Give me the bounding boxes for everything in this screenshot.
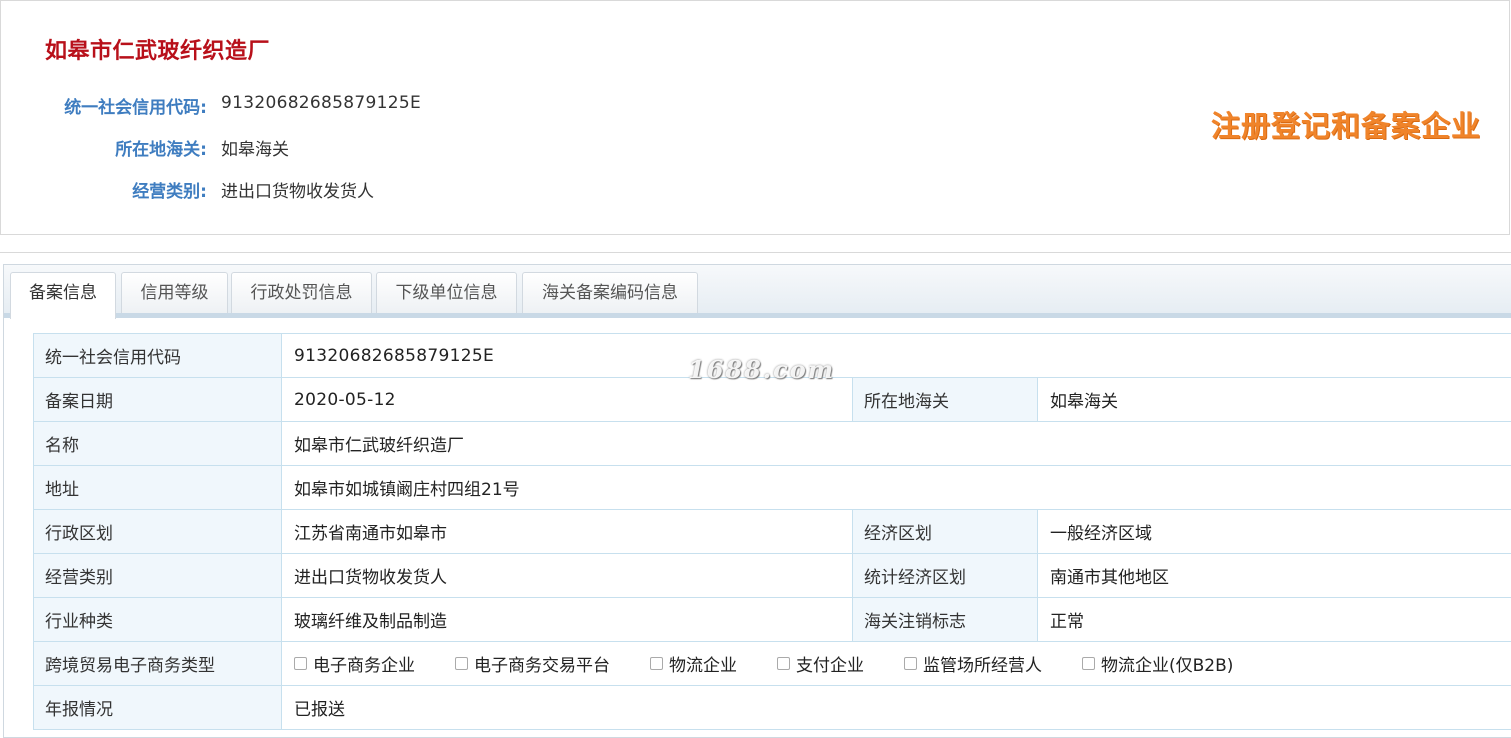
table-row: 跨境贸易电子商务类型 电子商务企业 电子商务交易平台 物流企业 支付企业 监管场所经营人…	[33, 641, 1511, 686]
option-label: 物流企业	[669, 656, 737, 676]
industry-label: 行业种类	[33, 597, 282, 642]
ecommerce-type-label: 跨境贸易电子商务类型	[33, 641, 282, 686]
option-label: 电子商务企业	[313, 656, 415, 676]
economic-region-value: 一般经济区域	[1036, 509, 1511, 554]
option-label: 支付企业	[796, 656, 864, 676]
option-label: 监管场所经营人	[923, 656, 1042, 676]
watermark-1688: 1688.com	[688, 355, 836, 384]
customs-label: 所在地海关	[852, 377, 1038, 422]
tab-bar: 备案信息 信用等级 行政处罚信息 下级单位信息 海关备案编码信息	[4, 265, 1511, 319]
header-credit-code-label: 统一社会信用代码:	[64, 98, 207, 118]
record-date-label: 备案日期	[33, 377, 282, 422]
ecommerce-type-options: 电子商务企业 电子商务交易平台 物流企业 支付企业 监管场所经营人 物流企业(仅B2B)	[280, 641, 1511, 686]
credit-code-label: 统一社会信用代码	[33, 333, 282, 378]
annual-report-value: 已报送	[280, 685, 1511, 730]
annual-report-label: 年报情况	[33, 685, 282, 730]
tab-customs-record-code[interactable]: 海关备案编码信息	[522, 272, 698, 313]
tab-subordinate-units[interactable]: 下级单位信息	[376, 272, 517, 313]
stat-region-label: 统计经济区划	[852, 553, 1038, 598]
header-business-type-label: 经营类别:	[132, 182, 207, 202]
customs-value: 如皋海关	[1036, 377, 1511, 422]
tab-record-info[interactable]: 备案信息	[10, 272, 116, 319]
tab-administrative-penalty[interactable]: 行政处罚信息	[231, 272, 372, 313]
header-credit-code-value: 91320682685879125E	[221, 93, 422, 113]
header-customs-label: 所在地海关:	[115, 140, 207, 160]
checkbox-logistics-b2b[interactable]	[1082, 657, 1095, 670]
admin-region-label: 行政区划	[33, 509, 282, 554]
table-row: 名称 如皋市仁武玻纤织造厂	[33, 421, 1511, 466]
table-row: 行政区划 江苏省南通市如皋市 经济区划 一般经济区域	[33, 509, 1511, 554]
header-business-type-value: 进出口货物收发货人	[221, 182, 374, 202]
economic-region-label: 经济区划	[852, 509, 1038, 554]
table-row: 备案日期 2020-05-12 所在地海关 如皋海关	[33, 377, 1511, 422]
table-row: 年报情况 已报送	[33, 685, 1511, 730]
checkbox-payment-enterprise[interactable]	[777, 657, 790, 670]
cancel-flag-value: 正常	[1036, 597, 1511, 642]
section-divider	[0, 252, 1511, 253]
cancel-flag-label: 海关注销标志	[852, 597, 1038, 642]
table-row: 地址 如皋市如城镇阚庄村四组21号	[33, 465, 1511, 510]
address-label: 地址	[33, 465, 282, 510]
name-label: 名称	[33, 421, 282, 466]
checkbox-ecommerce-platform[interactable]	[455, 657, 468, 670]
industry-value: 玻璃纤维及制品制造	[281, 597, 853, 642]
company-header-card: 如皋市仁武玻纤织造厂 统一社会信用代码: 91320682685879125E …	[0, 0, 1510, 235]
table-row: 经营类别 进出口货物收发货人 统计经济区划 南通市其他地区	[33, 553, 1511, 598]
ecommerce-option: 电子商务交易平台	[455, 651, 610, 676]
record-date-value: 2020-05-12	[281, 377, 853, 422]
stat-region-value: 南通市其他地区	[1036, 553, 1511, 598]
registered-enterprise-stamp: 注册登记和备案企业	[1211, 109, 1482, 143]
admin-region-value: 江苏省南通市如皋市	[281, 509, 853, 554]
record-info-table: 统一社会信用代码 91320682685879125E 备案日期 2020-05…	[33, 333, 1511, 730]
table-row: 行业种类 玻璃纤维及制品制造 海关注销标志 正常	[33, 597, 1511, 642]
business-type-label: 经营类别	[33, 553, 282, 598]
checkbox-supervision-operator[interactable]	[904, 657, 917, 670]
company-name-title: 如皋市仁武玻纤织造厂	[45, 39, 271, 64]
address-value: 如皋市如城镇阚庄村四组21号	[280, 465, 1511, 510]
checkbox-logistics-enterprise[interactable]	[650, 657, 663, 670]
option-label: 电子商务交易平台	[474, 656, 610, 676]
header-customs-value: 如皋海关	[221, 140, 289, 160]
ecommerce-option: 支付企业	[777, 651, 864, 676]
ecommerce-option: 物流企业	[650, 651, 737, 676]
tab-credit-level[interactable]: 信用等级	[121, 272, 228, 313]
credit-code-value: 91320682685879125E	[280, 333, 1511, 378]
checkbox-ecommerce-enterprise[interactable]	[294, 657, 307, 670]
option-label: 物流企业(仅B2B)	[1101, 656, 1234, 676]
business-type-value: 进出口货物收发货人	[281, 553, 853, 598]
record-info-panel: 备案信息 信用等级 行政处罚信息 下级单位信息 海关备案编码信息 统一社会信用代…	[3, 264, 1511, 738]
ecommerce-option: 电子商务企业	[294, 651, 415, 676]
name-value: 如皋市仁武玻纤织造厂	[280, 421, 1511, 466]
ecommerce-option: 物流企业(仅B2B)	[1082, 651, 1233, 676]
ecommerce-option: 监管场所经营人	[904, 651, 1042, 676]
